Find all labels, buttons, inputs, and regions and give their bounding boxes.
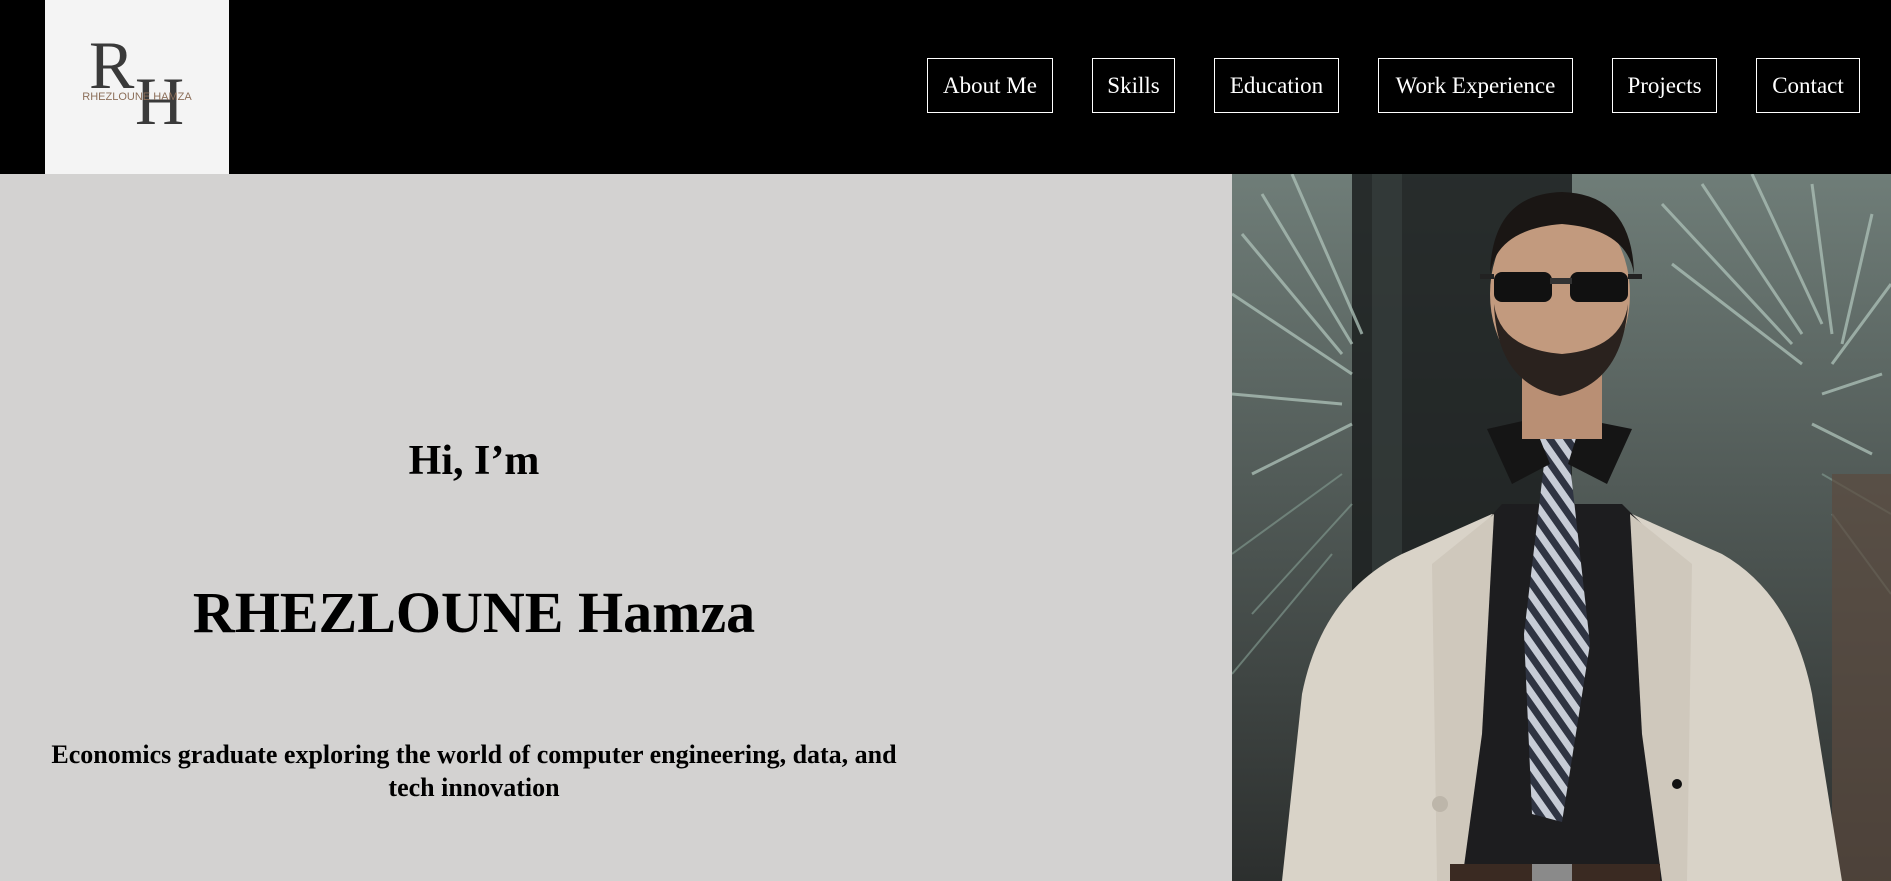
nav-contact[interactable]: Contact xyxy=(1756,58,1860,113)
site-header: R H RHEZLOUNE HAMZA About Me Skills Educ… xyxy=(0,0,1891,174)
nav-about-me[interactable]: About Me xyxy=(927,58,1053,113)
nav-work-experience[interactable]: Work Experience xyxy=(1378,58,1573,113)
hero-name: RHEZLOUNE Hamza xyxy=(192,580,756,645)
hero-greeting: Hi, I’m xyxy=(408,438,540,484)
logo-wordmark: RHEZLOUNE HAMZA xyxy=(82,91,192,103)
hero-section: Hi, I’m RHEZLOUNE Hamza Economics gradua… xyxy=(0,174,1232,881)
hero-tagline-line1: Economics graduate exploring the world o… xyxy=(51,740,897,769)
profile-photo xyxy=(1232,174,1891,881)
profile-photo-illustration xyxy=(1232,174,1891,881)
nav-education[interactable]: Education xyxy=(1214,58,1339,113)
nav-projects[interactable]: Projects xyxy=(1612,58,1717,113)
hero-tagline: Economics graduate exploring the world o… xyxy=(0,738,948,804)
logo[interactable]: R H RHEZLOUNE HAMZA xyxy=(45,0,229,174)
hero-tagline-line2: tech innovation xyxy=(388,773,560,802)
logo-monogram-icon: R H RHEZLOUNE HAMZA xyxy=(82,27,192,139)
nav-skills[interactable]: Skills xyxy=(1092,58,1175,113)
